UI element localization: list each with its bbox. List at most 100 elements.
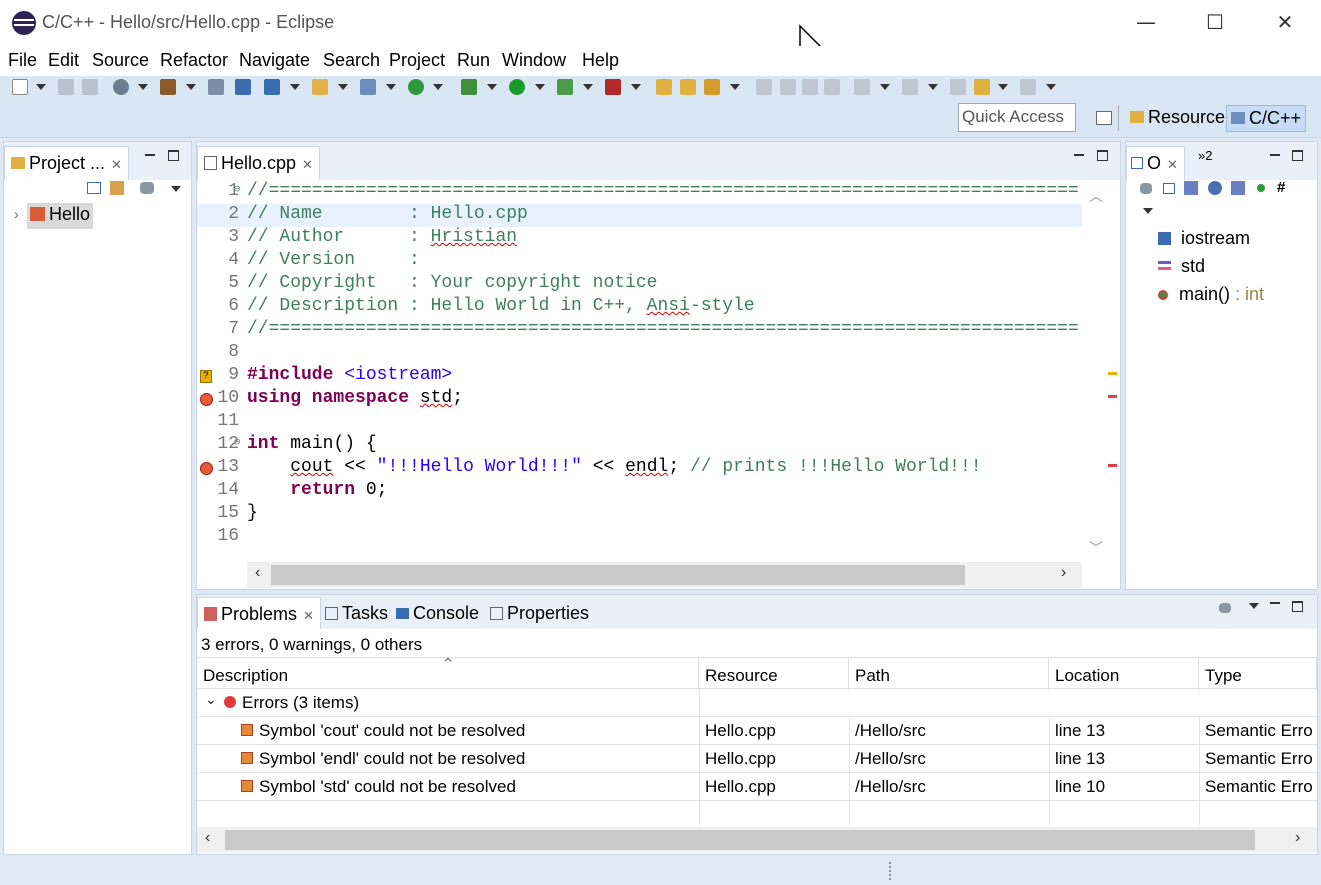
view-menu-icon[interactable]	[140, 182, 154, 194]
tab-properties[interactable]: Properties	[490, 603, 589, 624]
back-icon[interactable]	[974, 79, 990, 95]
close-icon[interactable]: ✕	[111, 158, 122, 173]
tab-project-explorer[interactable]: Project ... ✕	[4, 146, 129, 180]
overflow-tabs[interactable]: »2	[1198, 148, 1212, 163]
chevron-down-icon[interactable]	[1249, 603, 1259, 609]
new-folder-icon[interactable]	[312, 79, 328, 95]
binary-icon[interactable]	[208, 79, 224, 95]
horizontal-scrollbar[interactable]: ‹ ›	[247, 562, 1082, 588]
new-project-icon[interactable]	[264, 79, 280, 95]
chevron-right-icon[interactable]: ›	[1061, 564, 1066, 582]
chevron-right-icon[interactable]: ›	[14, 206, 19, 222]
code-line[interactable]: 7 //=====================================…	[197, 319, 1082, 342]
status-bar-grip[interactable]	[889, 862, 893, 880]
scroll-thumb[interactable]	[225, 830, 1255, 850]
menu-edit[interactable]: Edit	[48, 50, 79, 71]
search-tool-icon[interactable]	[704, 79, 720, 95]
new-class-icon[interactable]	[360, 79, 376, 95]
close-icon[interactable]: ✕	[1167, 158, 1178, 173]
chevron-down-icon[interactable]	[386, 84, 396, 90]
minimize-icon[interactable]	[144, 150, 156, 162]
code-line[interactable]: 16	[197, 526, 1082, 549]
external-tools-icon[interactable]	[605, 79, 621, 95]
code-area[interactable]: 1 ⊖//====================================…	[197, 180, 1117, 555]
minimize-icon[interactable]	[1269, 598, 1281, 610]
code-line[interactable]: 8	[197, 342, 1082, 365]
chevron-down-icon[interactable]	[487, 84, 497, 90]
chevron-down-icon[interactable]	[631, 84, 641, 90]
close-button[interactable]: ✕	[1263, 8, 1307, 38]
chevron-down-icon[interactable]	[433, 84, 443, 90]
hide-fields-icon[interactable]	[1208, 181, 1222, 195]
open-perspective-icon[interactable]	[1096, 111, 1112, 125]
hide-static-icon[interactable]	[1231, 181, 1245, 195]
collapse-all-icon[interactable]	[1163, 183, 1175, 194]
close-icon[interactable]: ✕	[302, 158, 313, 173]
forward-icon[interactable]	[1020, 79, 1036, 95]
error-bug-icon[interactable]	[200, 393, 213, 406]
scroll-thumb[interactable]	[271, 565, 965, 585]
run-icon[interactable]	[509, 79, 525, 95]
minimize-button[interactable]: —	[1124, 8, 1168, 38]
code-line[interactable]: 5 // Copyright : Your copyright notice	[197, 273, 1082, 296]
link-editor-icon[interactable]	[110, 181, 124, 195]
vertical-scrollbar[interactable]: ︿ ﹀	[1083, 180, 1119, 562]
column-type[interactable]: Type	[1199, 658, 1317, 690]
chevron-down-icon[interactable]: ⌄	[205, 692, 217, 708]
code-line[interactable]: 3 // Author : Hristian	[197, 227, 1082, 250]
menu-search[interactable]: Search	[323, 50, 380, 71]
group-row-errors[interactable]: ⌄ Errors (3 items)	[197, 689, 1317, 717]
tab-tasks[interactable]: Tasks	[325, 603, 388, 624]
problems-horizontal-scrollbar[interactable]: ‹ ›	[197, 827, 1317, 853]
close-icon[interactable]: ✕	[303, 609, 314, 624]
table-row[interactable]: Symbol 'std' could not be resolved Hello.…	[197, 773, 1317, 801]
sort-icon[interactable]	[1184, 181, 1198, 195]
table-row[interactable]: Symbol 'endl' could not be resolved Hello…	[197, 745, 1317, 773]
tab-console[interactable]: Console	[396, 603, 479, 624]
code-line[interactable]: 1 ⊖//====================================…	[197, 181, 1082, 204]
menu-file[interactable]: File	[8, 50, 37, 71]
chevron-down-icon[interactable]	[1046, 84, 1056, 90]
fold-icon[interactable]: ⊖	[234, 182, 241, 196]
error-marker[interactable]	[1108, 464, 1117, 467]
column-path[interactable]: Path	[849, 658, 1049, 690]
warning-icon[interactable]: ?	[200, 370, 212, 383]
chevron-down-icon[interactable]	[171, 186, 181, 192]
sync-icon[interactable]	[1140, 183, 1152, 194]
outline-item-main[interactable]: main() : int	[1158, 284, 1264, 305]
code-line[interactable]: 4 // Version :	[197, 250, 1082, 273]
minimize-icon[interactable]	[1073, 150, 1085, 162]
menu-refactor[interactable]: Refactor	[160, 50, 228, 71]
menu-project[interactable]: Project	[389, 50, 445, 71]
hide-nonpublic-icon[interactable]	[1257, 184, 1265, 192]
column-resource[interactable]: Resource	[699, 658, 849, 690]
collapse-all-icon[interactable]	[87, 182, 101, 194]
column-location[interactable]: Location	[1049, 658, 1199, 690]
code-line[interactable]: 10 using namespace std;	[197, 388, 1082, 411]
debug-tool-icon[interactable]	[235, 79, 251, 95]
menu-window[interactable]: Window	[502, 50, 566, 71]
chevron-down-icon[interactable]	[338, 84, 348, 90]
bug-icon[interactable]	[461, 79, 477, 95]
hammer-icon[interactable]	[160, 79, 176, 95]
minimize-icon[interactable]	[1269, 150, 1281, 162]
code-line[interactable]: 2 // Name : Hello.cpp	[197, 204, 1082, 227]
chevron-down-icon[interactable]	[36, 84, 46, 90]
perspective-resource[interactable]: Resource	[1126, 105, 1229, 130]
chevron-down-icon[interactable]	[1143, 208, 1153, 214]
chevron-down-icon[interactable]	[535, 84, 545, 90]
code-line[interactable]: 15}	[197, 503, 1082, 526]
menu-navigate[interactable]: Navigate	[239, 50, 310, 71]
menu-help[interactable]: Help	[582, 50, 619, 71]
chevron-up-icon[interactable]: ︿	[1089, 186, 1103, 206]
error-bug-icon[interactable]	[200, 462, 213, 475]
chevron-down-icon[interactable]	[880, 84, 890, 90]
view-menu-icon[interactable]	[1219, 603, 1231, 613]
save-icon[interactable]	[58, 79, 74, 95]
menu-source[interactable]: Source	[92, 50, 149, 71]
open-element-icon[interactable]	[680, 79, 696, 95]
next-annotation-icon[interactable]	[854, 79, 870, 95]
tab-hello-cpp[interactable]: Hello.cpp ✕	[197, 146, 320, 180]
whitespace-icon[interactable]	[824, 79, 840, 95]
menu-run[interactable]: Run	[457, 50, 490, 71]
